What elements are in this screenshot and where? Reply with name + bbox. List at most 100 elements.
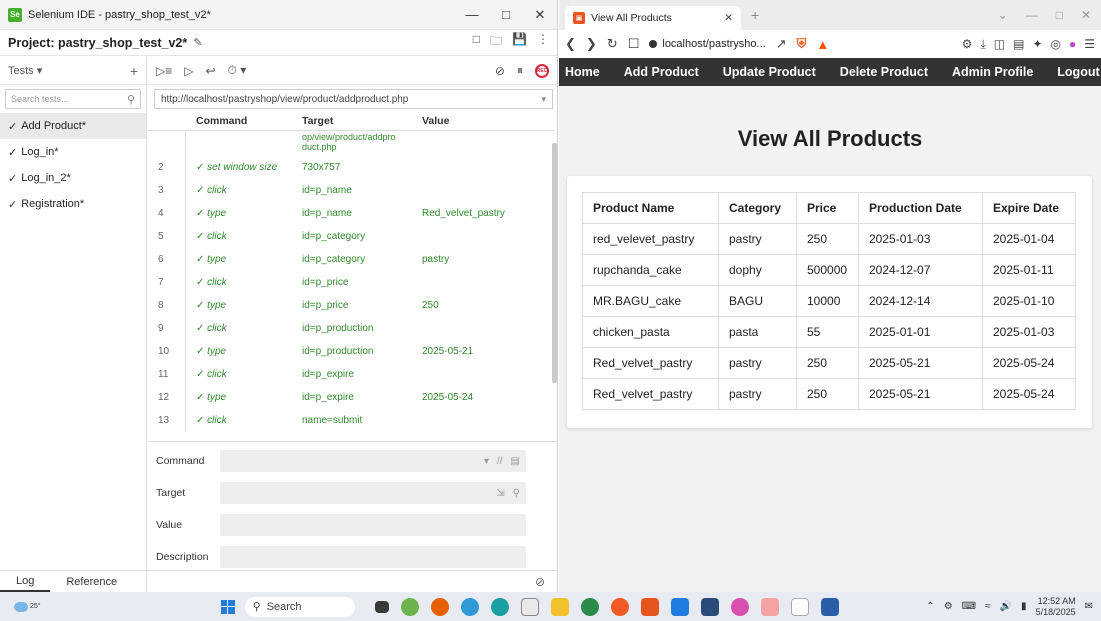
test-item[interactable]: ✓ Log_in* [0,139,146,165]
command-row[interactable]: 7 ✓ click id=p_price [148,271,555,294]
firefox-icon[interactable] [430,597,449,616]
edit-pencil-icon[interactable]: ✎ [193,36,202,49]
chevron-down-icon[interactable]: ▾ [541,94,546,105]
command-row[interactable]: 5 ✓ click id=p_category [148,225,555,248]
clear-log-icon[interactable]: ⊘ [535,575,545,589]
leo-ai-icon[interactable]: ✦ [1032,37,1042,52]
chatgpt-icon[interactable] [580,597,599,616]
menu-icon[interactable]: ☰ [1084,37,1095,52]
browser-tab-view-products[interactable]: ▣ View All Products ✕ [565,6,741,30]
forward-icon[interactable]: ❯ [586,36,597,52]
brave-rewards-icon[interactable]: ▲ [816,37,829,52]
weather-widget[interactable]: 25° [14,601,41,612]
keyboard-icon[interactable]: ⌨ [962,601,976,612]
battery-icon[interactable]: ▮ [1021,601,1027,612]
run-current-test-icon[interactable]: ▷ [184,64,193,78]
command-row[interactable]: 6 ✓ type id=p_category pastry [148,248,555,271]
description-input[interactable] [220,546,526,568]
new-tab-icon[interactable]: + [751,7,759,23]
vscode-icon[interactable] [670,597,689,616]
close-icon[interactable]: ✕ [1081,8,1091,22]
back-icon[interactable]: ❮ [565,36,576,52]
search-tests-input[interactable]: Search tests... ⚲ [5,89,141,109]
brave-shields-icon[interactable]: ⛨ [797,36,807,52]
brackets-icon[interactable] [520,597,539,616]
comment-toggle-button[interactable]: // [497,456,503,467]
clock[interactable]: 12:52 AM 5/18/2025 [1036,596,1076,618]
maximize-icon[interactable]: □ [1056,8,1063,22]
brave-icon[interactable] [610,597,629,616]
close-tab-icon[interactable]: ✕ [724,12,733,24]
test-item[interactable]: ✓ Registration* [0,191,146,217]
volume-icon[interactable]: 🔊 [1000,601,1012,612]
postman-icon[interactable] [760,597,779,616]
minimize-icon[interactable]: — [455,0,489,30]
widgets-icon[interactable] [400,597,419,616]
command-row[interactable]: 4 ✓ type id=p_name Red_velvet_pastry [148,202,555,225]
test-item[interactable]: ✓ Log_in_2* [0,165,146,191]
tests-dropdown[interactable]: Tests ▾ [8,64,42,77]
nav-update-product[interactable]: Update Product [723,65,828,79]
command-select[interactable]: ▾ // ▤ [220,450,526,472]
open-folder-icon[interactable]: 🗀 [490,32,502,53]
speed-timer-icon[interactable]: ⏱ ▾ [228,63,247,78]
tab-reference[interactable]: Reference [50,571,133,592]
command-row[interactable]: 9 ✓ click id=p_production [148,317,555,340]
file-explorer-icon[interactable] [550,597,569,616]
wallet-icon[interactable]: ▤ [1013,37,1024,52]
command-row[interactable]: 8 ✓ type id=p_price 250 [148,294,555,317]
task-view-icon[interactable] [374,600,389,613]
address-bar[interactable]: localhost/pastrysho... [649,38,766,50]
pause-exceptions-icon[interactable]: ⏸ [517,63,523,78]
share-icon[interactable]: ↗ [776,36,787,52]
nav-admin-profile[interactable]: Admin Profile [952,65,1045,79]
step-over-icon[interactable]: ↩ [205,64,215,78]
store-icon[interactable] [700,597,719,616]
notepad-icon[interactable] [790,597,809,616]
chevron-down-icon[interactable]: ▾ [484,456,489,467]
find-target-icon[interactable]: ⚲ [513,488,520,499]
windows-start-icon[interactable] [220,599,235,614]
more-options-icon[interactable]: ⋮ [537,32,549,53]
base-url-input[interactable]: http://localhost/pastryshop/view/product… [154,89,553,109]
add-test-icon[interactable]: + [130,63,138,79]
command-row[interactable]: 3 ✓ click id=p_name [148,179,555,202]
reload-icon[interactable]: ↻ [607,36,618,52]
extensions-icon[interactable]: ⚙ [962,37,973,52]
command-row[interactable]: 12 ✓ type id=p_expire 2025-05-24 [148,386,555,409]
vpn-icon[interactable]: ◎ [1051,37,1061,52]
chrome-icon[interactable] [460,597,479,616]
nav-logout[interactable]: Logout [1057,65,1101,79]
download-icon[interactable]: ⤓ [980,37,985,52]
command-row[interactable]: op/view/product/addpro duct.php [148,131,555,156]
commands-scrollbar[interactable] [552,143,557,383]
taskbar-search[interactable]: ⚲ Search [244,596,355,617]
edge-icon[interactable] [490,597,509,616]
bookmark-icon[interactable]: ☐ [628,36,640,52]
figma-icon[interactable] [730,597,749,616]
tab-log[interactable]: Log [0,571,51,592]
target-input[interactable]: ⇲ ⚲ [220,482,526,504]
profile-icon[interactable]: ● [1069,37,1076,52]
record-button[interactable]: REC [535,63,549,78]
usb-icon[interactable]: ⚙ [944,601,953,612]
new-project-icon[interactable]: □ [473,32,480,53]
command-row[interactable]: 2 ✓ set window size 730x757 [148,156,555,179]
nav-add-product[interactable]: Add Product [624,65,711,79]
word-icon[interactable] [820,597,839,616]
run-all-tests-icon[interactable]: ▷≡ [156,64,172,78]
command-row[interactable]: 10 ✓ type id=p_production 2025-05-21 [148,340,555,363]
minimize-icon[interactable]: — [1026,8,1038,22]
close-icon[interactable]: ✕ [523,0,557,30]
nav-delete-product[interactable]: Delete Product [840,65,940,79]
wifi-icon[interactable]: ≈ [985,601,991,612]
tab-list-chevron-icon[interactable]: ⌄ [998,8,1008,22]
test-item[interactable]: ✓ Add Product* [0,113,146,139]
chevron-up-icon[interactable]: ⌃ [926,601,934,612]
command-row[interactable]: 11 ✓ click id=p_expire [148,363,555,386]
site-info-icon[interactable] [649,40,658,48]
nav-home[interactable]: Home [565,65,612,79]
notifications-icon[interactable]: ✉ [1085,601,1093,612]
value-input[interactable] [220,514,526,536]
command-row[interactable]: 13 ✓ click name=submit [148,409,555,432]
